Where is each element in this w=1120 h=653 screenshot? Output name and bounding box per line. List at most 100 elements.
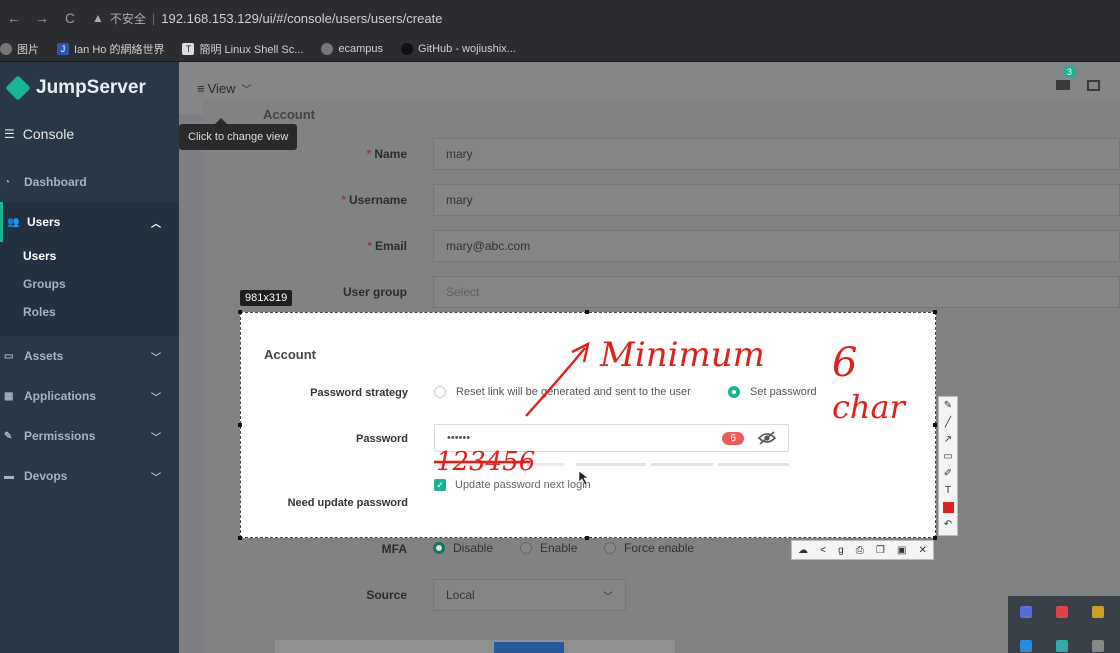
password-input[interactable]: •••••• 6 xyxy=(434,424,789,452)
view-tooltip: Click to change view xyxy=(179,118,298,150)
capture-section-title: Account xyxy=(264,347,316,362)
sidebar-item-label: Permissions xyxy=(24,429,96,443)
taskbar-tray xyxy=(1008,596,1120,653)
sidebar: JumpServer ☰ Console ◔ Dashboard 👥 Users ︿ … xyxy=(0,62,179,653)
mail-icon[interactable] xyxy=(1056,80,1070,90)
sidebar-item-dashboard[interactable]: ◔ Dashboard xyxy=(0,162,179,202)
password-value: •••••• xyxy=(447,432,471,444)
bookmark-item[interactable]: ecampus xyxy=(321,42,383,55)
bookmark-item[interactable]: J Ian Ho 的網絡世界 xyxy=(57,41,164,57)
password-label: Password xyxy=(356,433,408,445)
color-swatch[interactable] xyxy=(942,502,954,513)
reload-icon[interactable]: C xyxy=(56,10,84,26)
mfa-option-enable[interactable]: Enable xyxy=(520,541,577,555)
chevron-down-icon: ﹀ xyxy=(151,392,161,404)
j-icon: J xyxy=(57,42,69,55)
tray-app-icon[interactable] xyxy=(1056,640,1068,652)
edge-icon[interactable] xyxy=(1020,640,1032,652)
mfa-label: MFA xyxy=(381,542,407,556)
search-web-icon[interactable]: g xyxy=(838,545,844,556)
save-icon[interactable]: ▣ xyxy=(897,545,906,556)
warning-icon: ▲ xyxy=(92,11,104,25)
bookmark-item[interactable]: GitHub - wojiushix... xyxy=(401,42,516,55)
line-icon[interactable]: ╱ xyxy=(945,414,951,431)
resize-handle[interactable] xyxy=(933,423,937,427)
rectangle-icon[interactable]: ▭ xyxy=(943,448,952,465)
print-icon[interactable]: ⎙ xyxy=(856,545,864,556)
bookmark-item[interactable]: T 簡明 Linux Shell Sc... xyxy=(182,41,303,57)
tray-app-icon[interactable] xyxy=(1092,606,1104,618)
capture-size-label: 981x319 xyxy=(240,290,293,306)
sidebar-item-assets[interactable]: ▭ Assets ﹀ xyxy=(0,336,179,376)
name-input[interactable]: mary xyxy=(433,138,1120,170)
capture-region[interactable]: Account Password strategy Reset link wil… xyxy=(240,312,936,538)
sidebar-subitem-groups[interactable]: Groups xyxy=(0,270,179,298)
submit-button[interactable] xyxy=(494,642,564,653)
globe-icon xyxy=(0,42,12,55)
tb-icon: T xyxy=(182,42,195,55)
user-group-select[interactable]: Select xyxy=(433,276,1120,308)
console-label: Console xyxy=(22,126,75,142)
close-icon[interactable]: ✕ xyxy=(919,545,927,556)
window-icon[interactable] xyxy=(1087,80,1100,91)
strategy-option-reset[interactable]: Reset link will be generated and sent to… xyxy=(434,386,691,398)
back-icon[interactable]: ← xyxy=(0,10,28,26)
resize-handle[interactable] xyxy=(585,310,589,314)
email-label: * Email xyxy=(367,239,407,253)
bookmark-item[interactable]: 图片 xyxy=(0,41,39,57)
marker-icon[interactable]: ✎ xyxy=(944,397,952,414)
url-text[interactable]: 192.168.153.129/ui/#/console/users/users… xyxy=(161,11,442,26)
strength-meter-2 xyxy=(576,463,646,466)
menu-icon[interactable]: ≡ xyxy=(197,81,205,96)
resize-handle[interactable] xyxy=(238,423,242,427)
username-input[interactable]: mary xyxy=(433,184,1120,216)
console-switch[interactable]: ☰ Console xyxy=(0,114,179,154)
pen-icon[interactable]: ✐ xyxy=(944,465,952,482)
sidebar-item-users[interactable]: 👥 Users ︿ xyxy=(0,202,179,242)
sliders-icon: ☰ xyxy=(4,127,15,141)
jumpserver-logo-icon xyxy=(5,75,31,101)
sidebar-item-devops[interactable]: ▬ Devops ﹀ xyxy=(0,456,179,496)
password-length-badge: 6 xyxy=(722,432,744,445)
source-label: Source xyxy=(366,588,407,602)
tray-app-icon[interactable] xyxy=(1020,606,1032,618)
mfa-option-force[interactable]: Force enable xyxy=(604,541,694,555)
dashboard-icon: ◔ xyxy=(4,176,11,188)
resize-handle[interactable] xyxy=(585,536,589,540)
cloud-upload-icon[interactable]: ☁ xyxy=(798,545,808,556)
section-title: Account xyxy=(263,107,315,122)
strategy-option-set[interactable]: Set password xyxy=(728,386,817,398)
chevron-up-icon: ︿ xyxy=(151,218,161,230)
edit-icon: ✎ xyxy=(4,430,13,442)
arrow-icon[interactable]: ↗ xyxy=(944,431,952,448)
tray-app-icon[interactable] xyxy=(1092,640,1104,652)
radio-checked-icon xyxy=(433,542,445,554)
bookmark-label: 图片 xyxy=(17,43,39,56)
sidebar-subitem-users[interactable]: Users xyxy=(0,242,179,270)
update-password-checkbox[interactable]: ✓ Update password next login xyxy=(434,479,591,491)
brand-logo[interactable]: JumpServer xyxy=(0,62,179,114)
view-switch[interactable]: View xyxy=(208,81,236,96)
capture-actions-toolbar: ☁ < g ⎙ ❐ ▣ ✕ xyxy=(791,540,934,560)
forward-icon[interactable]: → xyxy=(28,10,56,26)
text-icon[interactable]: T xyxy=(945,482,951,499)
tray-app-icon[interactable] xyxy=(1056,606,1068,618)
sidebar-item-label: Users xyxy=(27,215,61,229)
sidebar-subitem-roles[interactable]: Roles xyxy=(0,298,179,326)
source-select[interactable]: Local ﹀ xyxy=(433,579,626,611)
undo-icon[interactable]: ↶ xyxy=(944,516,952,533)
copy-icon[interactable]: ❐ xyxy=(876,545,885,556)
resize-handle[interactable] xyxy=(238,536,242,540)
check-icon: ✓ xyxy=(434,479,446,491)
radio-checked-icon xyxy=(728,386,740,398)
address-bar[interactable]: ▲ 不安全 | 192.168.153.129/ui/#/console/use… xyxy=(92,10,442,27)
resize-handle[interactable] xyxy=(933,310,937,314)
sidebar-item-applications[interactable]: ▦ Applications ﹀ xyxy=(0,376,179,416)
eye-off-icon[interactable] xyxy=(757,430,777,446)
resize-handle[interactable] xyxy=(238,310,242,314)
sidebar-item-permissions[interactable]: ✎ Permissions ﹀ xyxy=(0,416,179,456)
email-input[interactable]: mary@abc.com xyxy=(433,230,1120,262)
grid-icon: ▦ xyxy=(4,390,14,402)
share-icon[interactable]: < xyxy=(820,545,826,556)
mfa-option-disable[interactable]: Disable xyxy=(433,541,493,555)
